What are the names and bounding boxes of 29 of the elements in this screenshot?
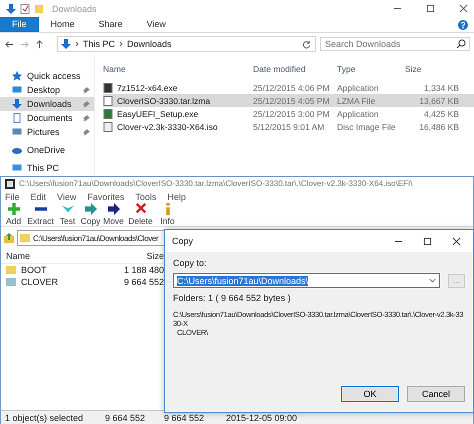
window-title: C:\Users\fusion71au\Downloads\CloverISO-3330.tar.lzma\CloverISO-3330.tar\.\Clover-v2.3k-3330-X64.iso\EFI\: [19, 179, 413, 188]
file-date: 25/12/2015 4:06 PM: [253, 82, 331, 92]
file-size: 1,334 KB: [423, 82, 459, 92]
folder-size: 1 188 480: [122, 265, 164, 275]
window-title: Downloads: [52, 4, 97, 14]
folder-size: 9 664 552: [122, 277, 164, 287]
file-name: Clover-v2.3k-3330-X64.iso: [117, 122, 218, 132]
file-date: 5/12/2015 9:01 AM: [253, 122, 326, 132]
dialog-title: Copy: [172, 236, 194, 246]
file-type: Application: [337, 82, 380, 92]
status-text: 9 664 552: [104, 412, 146, 422]
file-size: 4,425 KB: [423, 108, 459, 118]
status-text: 1 object(s) selected: [4, 412, 84, 422]
copy-to-label: Copy to:: [173, 258, 208, 268]
file-type: Disc Image File: [337, 122, 397, 132]
file-size: 16,486 KB: [418, 122, 459, 132]
file-name: EasyUEFI_Setup.exe: [117, 108, 198, 118]
status-text: 9 664 552: [163, 412, 206, 422]
file-name: 7z1512-x64.exe: [117, 82, 178, 92]
folder-info: Folders: 1 ( 9 664 552 bytes ): [173, 293, 292, 303]
file-size: 13,667 KB: [418, 96, 459, 106]
file-name: CloverISO-3330.tar.lzma: [117, 96, 210, 106]
file-type: Application: [337, 108, 380, 118]
file-date: 25/12/2015 3:00 PM: [253, 108, 331, 118]
folder-name: BOOT: [21, 265, 47, 275]
folder-name: CLOVER: [21, 277, 58, 287]
status-text: 2015-12-05 09:00: [225, 412, 298, 422]
file-type: LZMA File: [337, 96, 376, 106]
file-date: 25/12/2015 4:05 PM: [253, 96, 331, 106]
